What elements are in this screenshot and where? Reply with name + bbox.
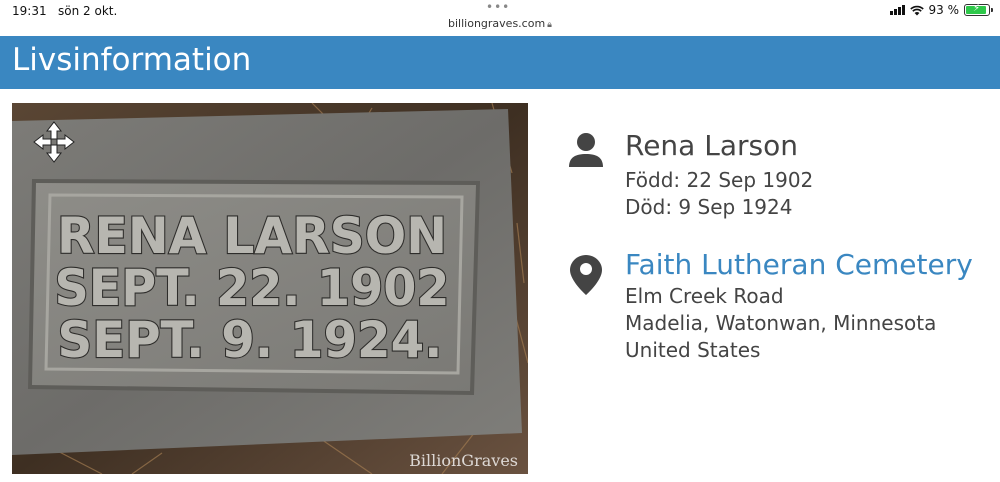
person-section: Rena Larson Född: 22 Sep 1902 Död: 9 Sep… [568, 125, 988, 221]
map-pin-icon [570, 255, 602, 295]
inscription-line-1: RENA LARSON [57, 207, 447, 265]
place-section: Faith Lutheran Cemetery Elm Creek Road M… [568, 247, 988, 364]
status-bar: 19:31 sön 2 okt. ••• billiongraves.com 🔒︎… [0, 0, 1000, 36]
address-bar[interactable]: billiongraves.com 🔒︎ [0, 17, 1000, 30]
battery-charging-icon: ⚡︎ [964, 3, 993, 16]
status-time-date: 19:31 sön 2 okt. [12, 4, 117, 18]
address-country: United States [625, 338, 761, 362]
death-date: Död: 9 Sep 1924 [625, 195, 793, 219]
inscription-line-3: SEPT. 9. 1924. [58, 311, 443, 369]
status-indicators: 93 % ⚡︎ [889, 3, 993, 17]
signal-icon [889, 5, 905, 15]
address-region: Madelia, Watonwan, Minnesota [625, 311, 937, 335]
page-title: Livsinformation [12, 42, 252, 78]
wifi-icon [909, 5, 924, 15]
status-date: sön 2 okt. [58, 4, 118, 18]
headstone-image: RENA LARSON SEPT. 22. 1902 SEPT. 9. 1924… [12, 103, 528, 474]
url-text: billiongraves.com [448, 17, 546, 30]
battery-percent: 93 % [928, 3, 960, 17]
person-name: Rena Larson [625, 129, 798, 162]
move-arrows-icon[interactable] [32, 120, 76, 164]
page-header: Livsinformation [0, 36, 1000, 89]
lock-icon: 🔒︎ [547, 20, 552, 30]
inscription-line-2: SEPT. 22. 1902 [55, 259, 450, 317]
more-dots-icon[interactable]: ••• [486, 0, 510, 14]
address-street: Elm Creek Road [625, 284, 784, 308]
birth-date: Född: 22 Sep 1902 [625, 168, 814, 192]
person-icon [569, 133, 603, 167]
watermark: BillionGraves [409, 451, 518, 470]
headstone-photo[interactable]: RENA LARSON SEPT. 22. 1902 SEPT. 9. 1924… [12, 103, 528, 474]
cemetery-link[interactable]: Faith Lutheran Cemetery [625, 247, 988, 283]
info-panel: Rena Larson Född: 22 Sep 1902 Död: 9 Sep… [568, 125, 988, 364]
status-time: 19:31 [12, 4, 47, 18]
